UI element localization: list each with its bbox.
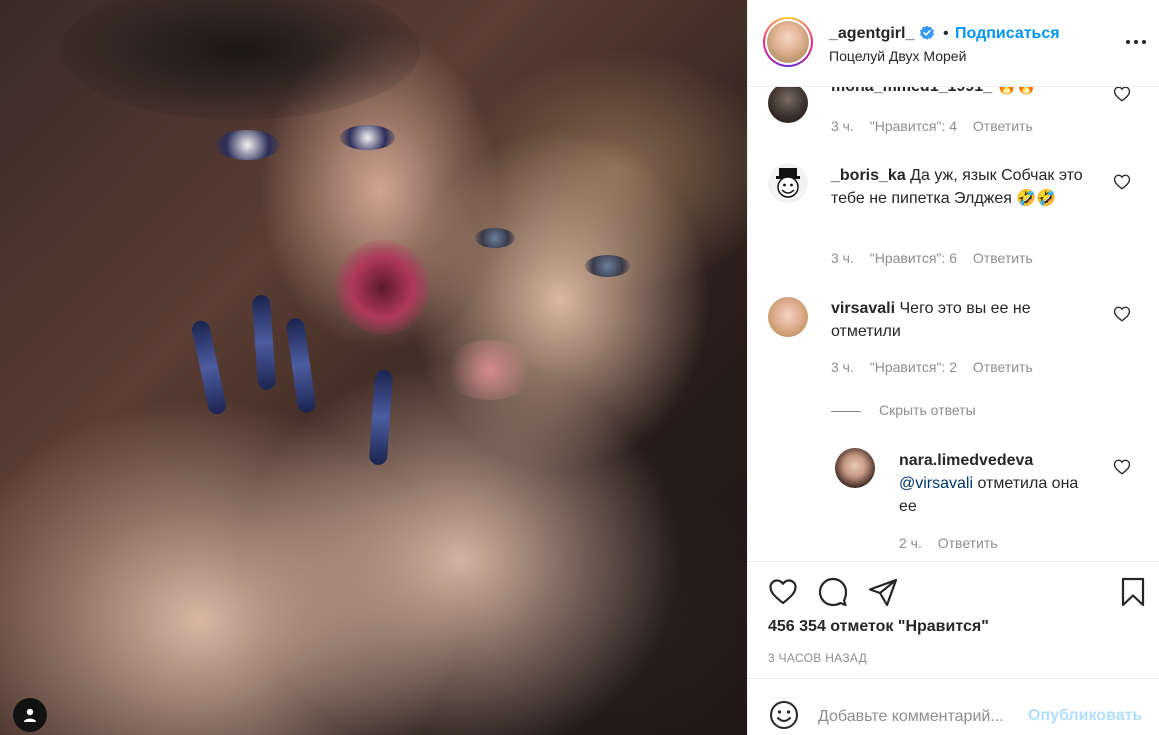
comment-input[interactable] — [818, 706, 1023, 728]
heart-icon[interactable] — [1113, 173, 1131, 191]
comment-avatar[interactable] — [768, 163, 808, 203]
comment-reply-button[interactable]: Ответить — [973, 250, 1033, 266]
user-tag-button[interactable] — [13, 698, 47, 732]
comment-body: 🔥🔥 — [996, 86, 1037, 95]
user-tag-icon — [24, 708, 36, 722]
verified-badge-icon — [920, 25, 934, 40]
comment-text: virsavali Чего это вы ее не отметили — [831, 297, 1101, 343]
post-header: _agentgirl_ • Подписаться Поцелуй Двух М… — [748, 0, 1159, 86]
reply-username[interactable]: nara.limedvedeva — [899, 452, 1033, 469]
comment-meta: 3 ч. "Нравится": 2 Ответить — [831, 359, 1045, 375]
reply-meta: 2 ч. Ответить — [899, 535, 1010, 551]
comment-time[interactable]: 3 ч. — [831, 118, 854, 134]
comment-icon[interactable] — [817, 576, 849, 608]
heart-icon[interactable] — [767, 576, 799, 608]
author-avatar[interactable] — [763, 17, 813, 67]
comment-text: _boris_ka Да уж, язык Собчак это тебе не… — [831, 164, 1101, 210]
troll-face-icon — [776, 168, 800, 198]
post-timestamp[interactable]: 3 ЧАСОВ НАЗАД — [768, 651, 867, 665]
photo-nail-shape — [285, 317, 317, 414]
more-horizontal-icon[interactable] — [1124, 34, 1148, 50]
share-icon[interactable] — [867, 576, 899, 608]
bookmark-icon[interactable] — [1117, 576, 1149, 608]
photo-lips-shape — [335, 240, 430, 335]
comment-avatar[interactable] — [768, 87, 808, 123]
hide-replies-label: Скрыть ответы — [879, 402, 976, 418]
heart-icon[interactable] — [1113, 86, 1131, 103]
photo-nail-shape — [251, 294, 277, 391]
photo-eye-shape — [585, 255, 630, 277]
comment-text: mona_mmed1_1991_ 🔥🔥 — [831, 86, 1101, 98]
photo-eye-shape — [340, 125, 395, 150]
hide-replies-button[interactable]: Скрыть ответы — [831, 402, 976, 418]
likes-count[interactable]: 456 354 отметок "Нравится" — [768, 618, 989, 636]
reply-text: nara.limedvedeva @virsavali отметила она… — [899, 449, 1099, 518]
action-bar — [748, 562, 1159, 622]
publish-button[interactable]: Опубликовать — [1028, 707, 1142, 725]
follow-button[interactable]: Подписаться — [955, 25, 1060, 43]
header-separator-dot: • — [943, 25, 949, 42]
emoji-icon[interactable] — [768, 699, 800, 731]
reply-avatar[interactable] — [835, 448, 875, 488]
photo-lips-shape — [445, 340, 535, 400]
comment-likes-count[interactable]: "Нравится": 4 — [870, 118, 957, 134]
comment-username[interactable]: _boris_ka — [831, 167, 906, 184]
comment-time[interactable]: 3 ч. — [831, 250, 854, 266]
comment-meta: 3 ч. "Нравится": 4 Ответить — [831, 118, 1045, 134]
author-avatar-image — [767, 21, 809, 63]
photo-eye-shape — [475, 228, 515, 248]
comment-avatar[interactable] — [768, 297, 808, 337]
reply-mention[interactable]: @virsavali — [899, 475, 973, 492]
comment-reply-button[interactable]: Ответить — [973, 359, 1033, 375]
photo-hair-shape — [60, 0, 420, 120]
photo-nail-shape — [368, 369, 394, 466]
author-avatar-border — [765, 19, 811, 65]
comment-username[interactable]: mona_mmed1_1991_ — [831, 87, 992, 95]
hide-replies-line — [831, 410, 861, 412]
comments-list[interactable]: mona_mmed1_1991_ 🔥🔥 3 ч. "Нравится": 4 О… — [748, 86, 1159, 562]
comment-time[interactable]: 3 ч. — [831, 359, 854, 375]
comment-reply-button[interactable]: Ответить — [973, 118, 1033, 134]
comment-username[interactable]: virsavali — [831, 300, 895, 317]
reply-time[interactable]: 2 ч. — [899, 535, 922, 551]
post-photo[interactable] — [0, 0, 747, 735]
photo-nail-shape — [190, 319, 228, 416]
comment-likes-count[interactable]: "Нравится": 2 — [870, 359, 957, 375]
post-side-panel: _agentgirl_ • Подписаться Поцелуй Двух М… — [747, 0, 1159, 735]
comment-meta: 3 ч. "Нравится": 6 Ответить — [831, 250, 1045, 266]
photo-eye-shape — [215, 130, 280, 160]
post-location[interactable]: Поцелуй Двух Морей — [829, 48, 966, 64]
comment-likes-count[interactable]: "Нравится": 6 — [870, 250, 957, 266]
heart-icon[interactable] — [1113, 305, 1131, 323]
author-username[interactable]: _agentgirl_ — [829, 25, 914, 43]
add-comment-bar: Опубликовать — [748, 678, 1159, 735]
reply-reply-button[interactable]: Ответить — [938, 535, 998, 551]
heart-icon[interactable] — [1113, 458, 1131, 476]
